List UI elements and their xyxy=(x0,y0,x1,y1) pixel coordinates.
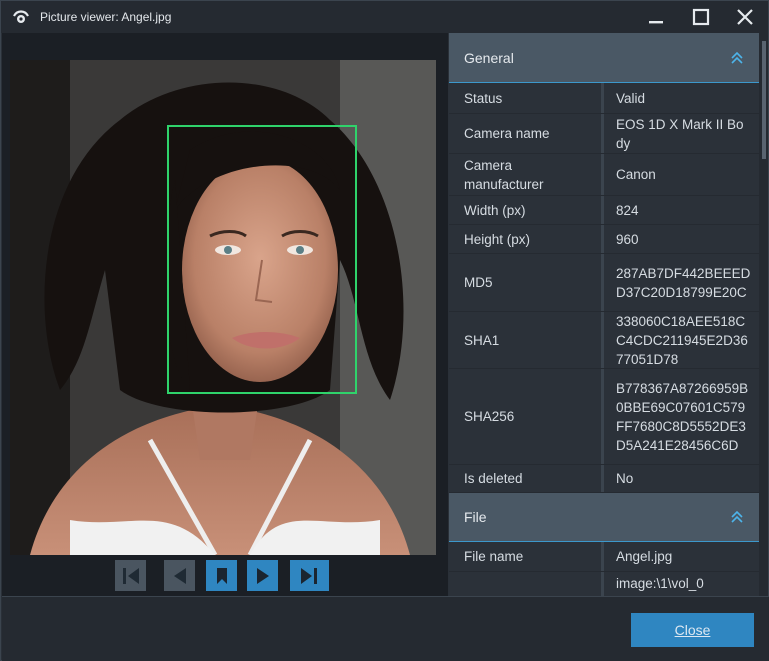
eye-icon xyxy=(13,10,29,23)
property-row: SHA256 B778367A87266959B0BBE69C07601C579… xyxy=(449,369,759,465)
close-button[interactable]: Close xyxy=(631,613,754,647)
property-row: Status Valid xyxy=(449,83,759,114)
property-key: Is deleted xyxy=(449,465,604,492)
property-key: Camera manufacturer xyxy=(449,154,604,195)
property-row: MD5 287AB7DF442BEEEDD37C20D18799E20C xyxy=(449,254,759,312)
property-key: Height (px) xyxy=(449,225,604,253)
scrollbar-thumb[interactable] xyxy=(762,41,766,159)
property-value: B778367A87266959B0BBE69C07601C579FF7680C… xyxy=(616,380,749,453)
property-row: image:\1\vol_0 xyxy=(449,572,759,596)
section-header-file[interactable]: File xyxy=(449,493,759,542)
properties-panel[interactable]: General Status Valid Camera name EOS 1D … xyxy=(449,33,759,596)
photo[interactable] xyxy=(10,60,436,555)
section-title: General xyxy=(464,49,514,66)
chevron-double-up-icon[interactable] xyxy=(730,51,744,65)
section-header-general[interactable]: General xyxy=(449,33,759,83)
face-detection-box xyxy=(167,125,357,394)
properties-scrollbar[interactable] xyxy=(759,33,768,596)
close-icon xyxy=(737,9,753,25)
picture-viewer-window: Picture viewer: Angel.jpg General Status… xyxy=(0,0,769,661)
property-value: 824 xyxy=(616,202,639,218)
previous-icon xyxy=(173,567,186,584)
property-value: No xyxy=(616,471,634,486)
property-key xyxy=(449,572,604,596)
skip-first-icon xyxy=(122,567,139,584)
first-image-button[interactable] xyxy=(115,560,146,591)
image-viewer-pane xyxy=(2,33,448,596)
property-row: Camera name EOS 1D X Mark II Body xyxy=(449,114,759,154)
property-row: Is deleted No xyxy=(449,465,759,493)
bookmark-button[interactable] xyxy=(206,560,237,591)
maximize-button[interactable] xyxy=(678,1,724,33)
property-row: File name Angel.jpg xyxy=(449,542,759,572)
next-icon xyxy=(256,567,269,584)
previous-image-button[interactable] xyxy=(164,560,195,591)
property-key: SHA256 xyxy=(449,369,604,464)
next-image-button[interactable] xyxy=(247,560,278,591)
minimize-button[interactable] xyxy=(633,1,679,33)
section-title: File xyxy=(464,509,487,525)
property-row: SHA1 338060C18AEE518CC4CDC211945E2D36770… xyxy=(449,312,759,369)
property-value: Canon xyxy=(616,167,656,182)
property-key: Width (px) xyxy=(449,196,604,224)
property-row: Height (px) 960 xyxy=(449,225,759,254)
bookmark-icon xyxy=(216,567,227,584)
minimize-icon xyxy=(649,21,663,24)
property-value: EOS 1D X Mark II Body xyxy=(616,116,744,151)
property-value: Angel.jpg xyxy=(616,549,673,564)
property-value: Valid xyxy=(616,90,646,106)
property-value: image:\1\vol_0 xyxy=(616,576,704,591)
window-title: Picture viewer: Angel.jpg xyxy=(40,10,172,24)
property-row: Width (px) 824 xyxy=(449,196,759,225)
property-key: Status xyxy=(449,83,604,113)
maximize-icon xyxy=(692,8,710,26)
property-key: Camera name xyxy=(449,114,604,153)
dialog-footer: Close xyxy=(2,596,769,661)
chevron-double-up-icon[interactable] xyxy=(730,510,744,524)
property-key: MD5 xyxy=(449,254,604,311)
close-window-button[interactable] xyxy=(722,1,768,33)
title-bar[interactable]: Picture viewer: Angel.jpg xyxy=(1,1,768,33)
property-key: SHA1 xyxy=(449,312,604,368)
property-value: 960 xyxy=(616,231,639,247)
property-value: 287AB7DF442BEEEDD37C20D18799E20C xyxy=(616,265,751,300)
skip-last-icon xyxy=(300,567,317,584)
property-key: File name xyxy=(449,542,604,571)
last-image-button[interactable] xyxy=(290,560,329,591)
property-value: 338060C18AEE518CC4CDC211945E2D3677051D78 xyxy=(616,313,748,367)
property-row: Camera manufacturer Canon xyxy=(449,154,759,196)
